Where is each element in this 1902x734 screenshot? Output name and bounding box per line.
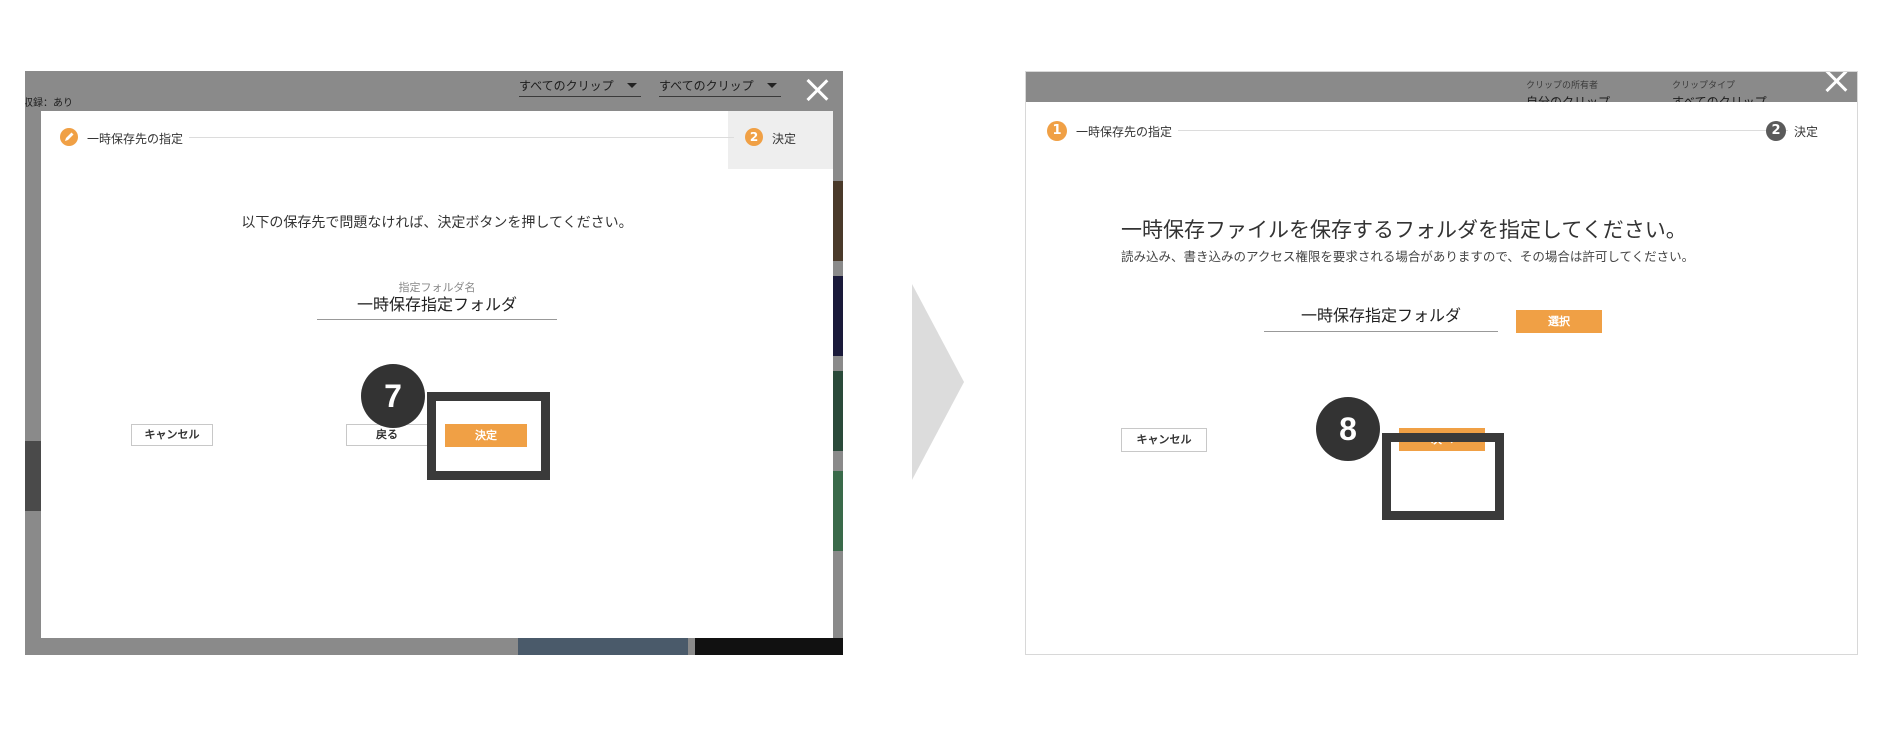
next-arrow-icon [912, 284, 964, 480]
bg-sidebar-block [25, 441, 41, 511]
bg-thumbnail [833, 276, 843, 356]
folder-name-display: 一時保存指定フォルダ [317, 293, 557, 320]
step2-label: 決定 [1794, 125, 1819, 139]
bg-thumbnail [833, 371, 843, 451]
bg-thumbnail [833, 181, 843, 261]
stepper-line [189, 137, 734, 138]
close-icon[interactable] [1823, 72, 1849, 94]
bg-recording-label: 収録：あり [25, 98, 73, 109]
permission-note: 読み込み、書き込みのアクセス権限を要求される場合がありますので、その場合は許可し… [1121, 249, 1695, 264]
cancel-button[interactable]: キャンセル [131, 424, 213, 446]
bg-filter2-value: すべてのクリップ [1672, 95, 1767, 102]
step2-label: 決定 [772, 132, 797, 146]
folder-name-field[interactable]: 一時保存指定フォルダ [1264, 302, 1498, 332]
step-number-badge: 8 [1316, 397, 1380, 461]
step1-label: 一時保存先の指定 [87, 132, 184, 146]
step1-number: 1 [1047, 121, 1067, 141]
close-icon[interactable] [804, 77, 830, 103]
bg-thumbnail [833, 471, 843, 551]
confirm-message: 以下の保存先で問題なければ、決定ボタンを押してください。 [241, 215, 633, 231]
step-number-badge: 7 [361, 364, 425, 428]
bg-thumbnail [695, 638, 843, 655]
highlight-frame [427, 392, 550, 480]
highlight-frame [1382, 433, 1504, 520]
dialog-heading: 一時保存ファイルを保存するフォルダを指定してください。 [1121, 218, 1687, 242]
left-screenshot-panel: 収録：あり すべてのクリップ すべてのクリップ 一時保存先の指定 2 決定 以下… [25, 71, 843, 655]
save-destination-dialog: 一時保存先の指定 2 決定 以下の保存先で問題なければ、決定ボタンを押してくださ… [41, 111, 833, 638]
step2-number: 2 [1766, 121, 1786, 141]
cancel-button[interactable]: キャンセル [1121, 428, 1207, 452]
bg-filter-select-1: すべてのクリップ [519, 77, 641, 97]
right-screenshot-panel: クリップの所有者 自分のクリップ クリップタイプ すべてのクリップ 1 一時保存… [1025, 71, 1858, 655]
bg-filter1-value: 自分のクリップ [1526, 95, 1611, 102]
bg-filter1-label: クリップの所有者 [1526, 81, 1599, 91]
bg-thumbnail [518, 638, 688, 655]
bg-filter-select-2: すべてのクリップ [659, 77, 781, 97]
select-folder-button[interactable]: 選択 [1516, 310, 1602, 333]
folder-select-dialog: 1 一時保存先の指定 2 決定 一時保存ファイルを保存するフォルダを指定してくだ… [1026, 102, 1857, 654]
bg-filter2-label: クリップタイプ [1672, 81, 1736, 91]
stepper-line [1178, 130, 1788, 131]
step1-label: 一時保存先の指定 [1076, 125, 1173, 139]
pencil-icon [60, 128, 78, 146]
step2-number: 2 [745, 128, 763, 146]
